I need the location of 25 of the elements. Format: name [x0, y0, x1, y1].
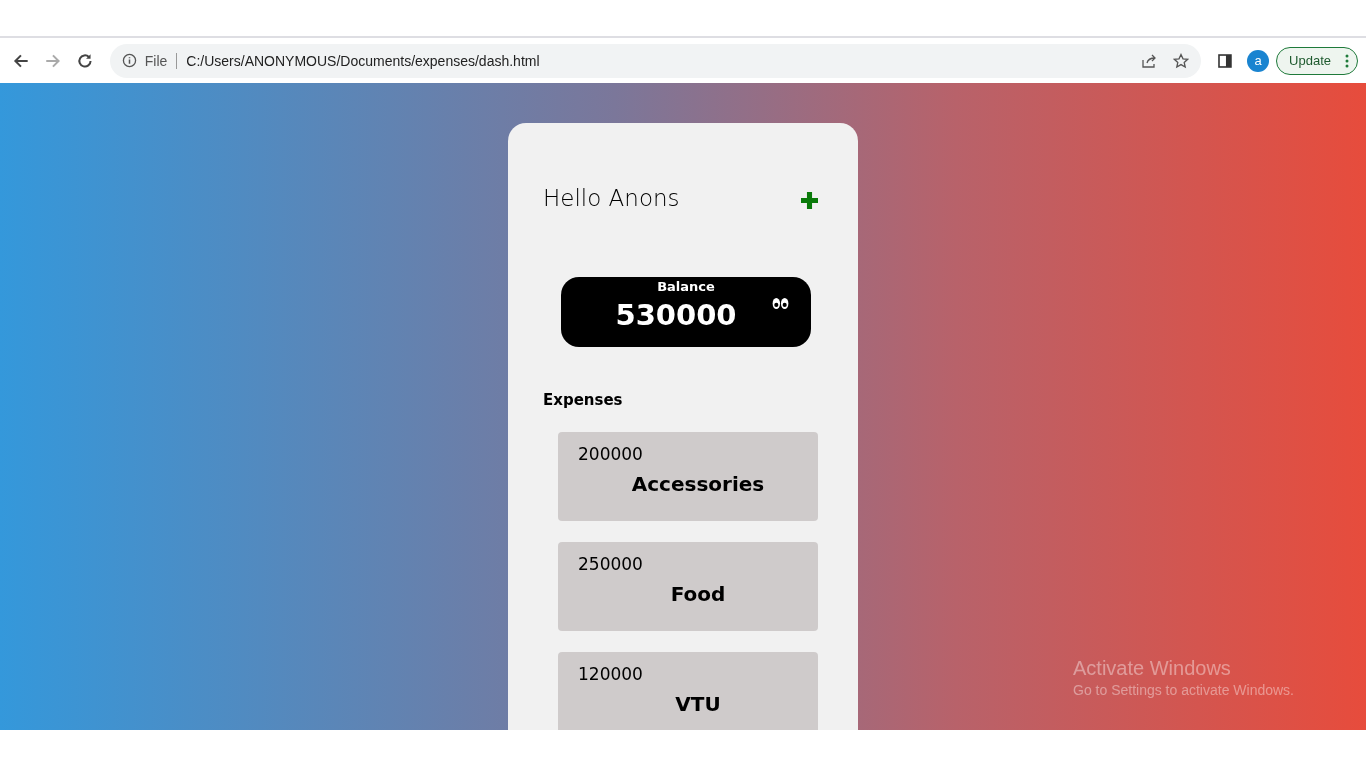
address-bar[interactable]: File C:/Users/ANONYMOUS/Documents/expenses/dash.html	[109, 43, 1202, 78]
eyes-icon[interactable]	[772, 297, 789, 310]
greeting-text: Hello Anons	[543, 185, 680, 211]
plus-icon[interactable]	[801, 191, 818, 209]
expense-amount: 120000	[578, 664, 644, 684]
info-icon[interactable]	[121, 53, 137, 68]
update-button[interactable]: Update	[1276, 46, 1358, 75]
star-icon[interactable]	[1173, 52, 1190, 69]
activation-message: Go to Settings to activate Windows.	[1073, 682, 1294, 698]
activation-title: Activate Windows	[1073, 657, 1232, 680]
balance-amount: 530000	[615, 298, 737, 332]
expense-category: VTU	[675, 692, 721, 716]
expense-category: Accessories	[631, 472, 765, 496]
balance-label: Balance	[657, 279, 715, 294]
kebab-menu-icon[interactable]	[1345, 53, 1349, 68]
share-icon[interactable]	[1141, 52, 1158, 69]
url-text: C:/Users/ANONYMOUS/Documents/expenses/dash.html	[186, 52, 540, 69]
expense-amount: 200000	[578, 444, 644, 464]
reload-icon[interactable]	[75, 51, 94, 70]
side-panel-icon[interactable]	[1217, 52, 1234, 69]
expense-amount: 250000	[578, 554, 644, 574]
expenses-heading: Expenses	[543, 391, 624, 409]
profile-avatar[interactable]: a	[1247, 49, 1270, 72]
expense-category: Food	[670, 582, 726, 606]
scheme-label: File	[144, 52, 168, 69]
